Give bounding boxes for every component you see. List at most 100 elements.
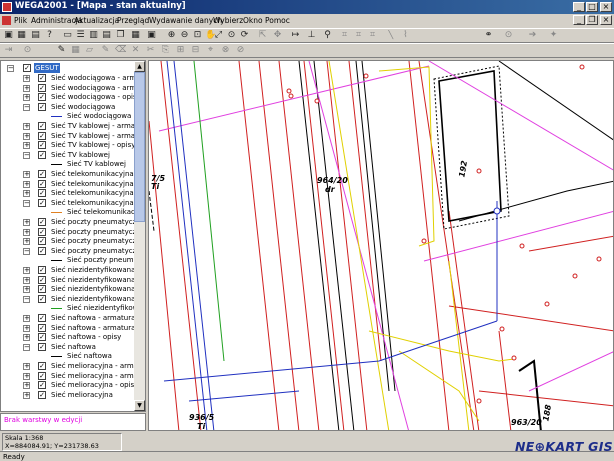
checkbox-icon[interactable]: ✓	[38, 131, 46, 140]
layer-row[interactable]: + ✓ Sieć telekomunikacyjna - opi	[1, 188, 135, 198]
zoom-out-icon[interactable]: ⊖	[179, 30, 190, 41]
collapse-icon[interactable]: −	[23, 199, 30, 207]
expand-icon[interactable]: +	[23, 363, 30, 370]
edit-e-icon[interactable]: ✎	[100, 45, 111, 56]
collapse-icon[interactable]: −	[23, 103, 30, 111]
layer-label[interactable]: Sieć TV kablowej	[51, 150, 110, 160]
menu-pomoc[interactable]: Pomoc	[265, 16, 290, 25]
expand-icon[interactable]: +	[23, 190, 30, 198]
checkbox-icon[interactable]: ✓	[38, 285, 46, 294]
binoculars-icon[interactable]: ⚭	[483, 30, 494, 41]
tile-horizontal-icon[interactable]: ☰	[75, 30, 86, 41]
doc-minimize-button[interactable]: _	[573, 15, 585, 25]
expand-icon[interactable]: +	[23, 391, 30, 399]
app-icon[interactable]	[2, 2, 12, 12]
expand-icon[interactable]: +	[23, 219, 30, 226]
tree-root-row[interactable]: − ✓ GESUT	[1, 63, 135, 73]
tile-vertical-icon[interactable]: ▥	[88, 30, 99, 41]
checkbox-icon[interactable]: ✓	[38, 237, 46, 246]
edit-m-icon[interactable]: ⊘	[235, 45, 246, 56]
layer-row[interactable]: + ✓ Sieć poczty pneumatycznej -	[1, 227, 135, 237]
layer-row[interactable]: + ✓ Sieć wodociągowa - armatura	[1, 73, 135, 83]
layer-label[interactable]: Sieć niezidentyfikowana - arr	[51, 265, 135, 275]
zoom-window-icon[interactable]: ⊡	[192, 30, 203, 41]
layers-icon[interactable]: ▦	[16, 30, 27, 41]
edit-k-icon[interactable]: ⌖	[205, 45, 216, 56]
menu-przeglad[interactable]: Przegląd	[117, 16, 149, 25]
layer-label[interactable]: Sieć melioracyjna - armatura	[51, 371, 135, 381]
expand-icon[interactable]: +	[23, 324, 30, 332]
edit-a-icon[interactable]: ⇥	[3, 45, 14, 56]
minimize-button[interactable]: _	[573, 2, 585, 12]
arrow-right-icon[interactable]: ➔	[527, 30, 538, 41]
tree-scrollbar[interactable]: ▲ ▼	[134, 61, 145, 411]
window-icon[interactable]: ▭	[62, 30, 73, 41]
layer-row[interactable]: + ✓ Sieć telekomunikacyjna - arm	[1, 169, 135, 179]
expand-icon[interactable]: +	[23, 171, 30, 178]
doc-restore-button[interactable]: ❐	[586, 15, 598, 25]
collapse-icon[interactable]: −	[23, 247, 30, 255]
layer-row[interactable]: + ✓ Sieć poczty pneumatycznej -	[1, 236, 135, 246]
collapse-icon[interactable]: −	[23, 343, 30, 351]
layer-row[interactable]: + ✓ Sieć naftowa - armatura	[1, 323, 135, 333]
checkbox-icon[interactable]: ✓	[38, 323, 46, 332]
map-canvas[interactable]: 7/5 Ti 964/20 dr 192 936/5 Ti 963/20 188	[148, 60, 614, 431]
options-icon[interactable]: ✦	[548, 30, 559, 41]
checkbox-icon[interactable]: ✓	[38, 371, 46, 380]
checkbox-icon[interactable]: ✓	[38, 93, 46, 102]
expand-icon[interactable]: +	[23, 142, 30, 150]
legend-row[interactable]: Sieć niezidentyfikowana	[1, 303, 135, 313]
layer-label[interactable]: Sieć telekomunikacyjna - arm	[51, 179, 135, 189]
layer-row[interactable]: + ✓ Sieć TV kablowej - armatura	[1, 131, 135, 141]
help-icon[interactable]: ?	[44, 30, 55, 41]
checkbox-icon[interactable]: ✓	[38, 314, 46, 322]
map-window-icon[interactable]: ▣	[146, 30, 157, 41]
checkbox-icon[interactable]: ✓	[38, 74, 46, 82]
document-icon[interactable]	[2, 16, 11, 25]
measure-icon[interactable]: ↦	[290, 30, 301, 41]
move-tool-icon[interactable]: ✥	[272, 30, 283, 41]
edit-g-icon[interactable]: ✂	[145, 45, 156, 56]
doc-close-button[interactable]: ×	[600, 15, 612, 25]
checkbox-icon[interactable]: ✓	[38, 342, 46, 351]
edit-h-icon[interactable]: ⎘	[160, 45, 171, 56]
select-tool-icon[interactable]: ⇱	[257, 30, 268, 41]
checkbox-icon[interactable]: ✓	[38, 122, 46, 130]
layer-label[interactable]: Sieć wodociągowa - armatura	[51, 83, 135, 93]
edit-layer-icon[interactable]: ✎	[56, 45, 67, 56]
layer-row[interactable]: − ✓ Sieć niezidentyfikowana	[1, 294, 135, 304]
checkbox-icon[interactable]: ✓	[38, 83, 46, 92]
layer-row[interactable]: + ✓ Sieć niezidentyfikowana - arr	[1, 275, 135, 285]
layer-label[interactable]: Sieć TV kablowej - armatura	[51, 121, 135, 131]
layer-label[interactable]: Sieć TV kablowej - armatura	[51, 131, 135, 141]
layer-row[interactable]: + ✓ Sieć telekomunikacyjna - arm	[1, 179, 135, 189]
checkbox-icon[interactable]: ✓	[38, 150, 46, 159]
layer-label[interactable]: Sieć telekomunikacyjna - opi	[51, 188, 135, 198]
edit-b-icon[interactable]: ⊙	[22, 45, 33, 56]
collapse-icon[interactable]: −	[23, 151, 30, 159]
layer-label[interactable]: Sieć naftowa	[51, 342, 96, 352]
checkbox-icon[interactable]: ✓	[38, 362, 46, 370]
expand-icon[interactable]: +	[23, 315, 30, 322]
edit-tool-1-icon[interactable]: ⌗	[339, 30, 350, 41]
close-button[interactable]: ×	[600, 2, 612, 12]
layer-label[interactable]: Sieć wodociągowa	[51, 102, 115, 112]
checkbox-icon[interactable]: ✓	[38, 381, 46, 390]
checkbox-icon[interactable]: ✓	[38, 227, 46, 236]
scroll-up-icon[interactable]: ▲	[134, 61, 145, 72]
expand-icon[interactable]: +	[23, 180, 30, 188]
layer-row[interactable]: + ✓ Sieć naftowa - opisy	[1, 332, 135, 342]
layer-row[interactable]: + ✓ Sieć melioracyjna - armatura	[1, 371, 135, 381]
line-tool-icon[interactable]: ╲	[385, 30, 396, 41]
delete-icon[interactable]: ✕	[130, 45, 141, 56]
expand-icon[interactable]: +	[23, 267, 30, 274]
map-drawing[interactable]: 7/5 Ti 964/20 dr 192 936/5 Ti 963/20 188	[149, 61, 614, 431]
layer-row[interactable]: + ✓ Sieć naftowa - armatura	[1, 313, 135, 323]
checkbox-icon[interactable]: ✓	[38, 218, 46, 226]
checkbox-icon[interactable]: ✓	[23, 64, 31, 72]
layer-label[interactable]: Sieć niezidentyfikowana - opi	[51, 284, 135, 294]
layer-label[interactable]: Sieć telekomunikacyjna	[51, 198, 134, 208]
expand-icon[interactable]: +	[23, 334, 30, 342]
zoom-in-icon[interactable]: ⊕	[166, 30, 177, 41]
layer-label[interactable]: Sieć poczty pneumatycznej	[51, 246, 135, 256]
